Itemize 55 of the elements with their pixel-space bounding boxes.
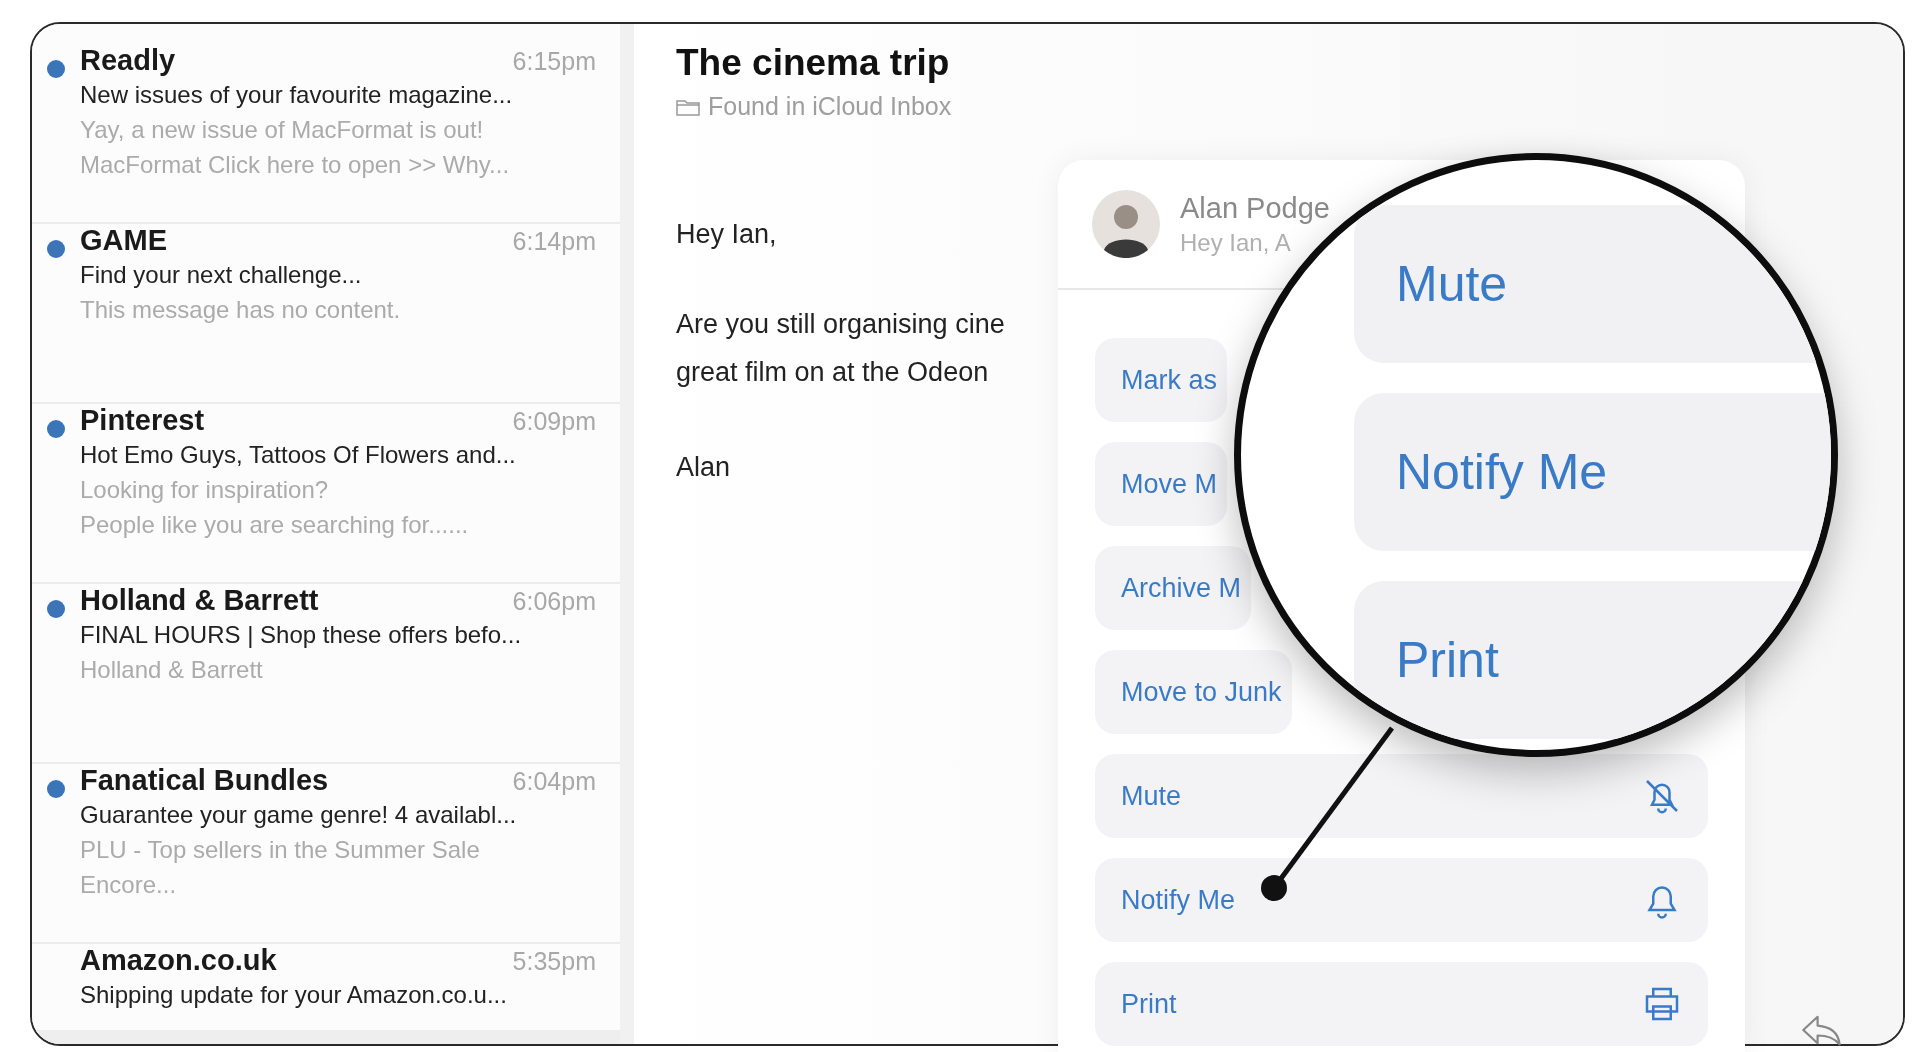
message-time: 5:35pm (512, 947, 596, 976)
menu-item[interactable]: Move to Junk (1095, 650, 1292, 734)
message-preview: PLU - Top sellers in the Summer Sale (80, 836, 481, 864)
message-time: 6:06pm (512, 587, 596, 616)
message-subject: New issues of your favourite magazine... (80, 81, 514, 109)
menu-item-label: Mute (1121, 780, 1182, 812)
menu-item-label: Mark as (1121, 364, 1218, 396)
message-time: 6:09pm (512, 407, 596, 436)
message-subject: Hot Emo Guys, Tattoos Of Flowers and... (80, 441, 517, 469)
folder-icon (676, 97, 700, 116)
sender-name: Alan Podge (1180, 191, 1330, 225)
message-time: 6:04pm (512, 767, 596, 796)
message-preview: Holland & Barrett (80, 656, 264, 684)
message-time: 6:15pm (512, 47, 596, 76)
menu-item[interactable]: Move M (1095, 442, 1228, 526)
message-subject: FINAL HOURS | Shop these offers befo... (80, 621, 523, 649)
signature-text: Alan (676, 452, 731, 483)
sender-name: GAME (80, 224, 167, 257)
message-preview: MacFormat Click here to open >> Why... (80, 151, 511, 179)
menu-item-label: Move to Junk (1121, 676, 1282, 708)
sender-name: Fanatical Bundles (80, 764, 329, 797)
message-preview: Encore... (80, 871, 178, 899)
message-subject: Find your next challenge... (80, 261, 363, 289)
message-snippet: Hey Ian, A (1180, 228, 1292, 257)
sender-name: Amazon.co.uk (80, 944, 277, 977)
menu-item-label: Archive M (1121, 572, 1242, 604)
mailbox-location: Found in iCloud Inbox (708, 92, 952, 121)
body-text: Are you still organising cine (676, 308, 1005, 341)
sender-name: Holland & Barrett (80, 584, 319, 617)
menu-item-label: Print (1121, 988, 1177, 1020)
menu-item[interactable]: Mark as (1095, 338, 1228, 422)
menu-item[interactable]: Archive M (1095, 546, 1252, 630)
message-time: 6:14pm (512, 227, 596, 256)
message-preview: People like you are searching for...... (80, 511, 470, 539)
message-subject: Shipping update for your Amazon.co.u... (80, 981, 508, 1009)
avatar-icon (1092, 190, 1160, 258)
sender-name: Readly (80, 44, 176, 77)
message-preview: This message has no content. (80, 296, 402, 324)
message-row[interactable]: GAME 6:14pm Find your next challenge... This message has no content. (32, 224, 620, 404)
menu-item[interactable]: Notify Me (1095, 858, 1708, 942)
menu-item[interactable]: Print (1095, 962, 1708, 1046)
sender-name: Pinterest (80, 404, 205, 437)
menu-item-label: Notify Me (1121, 884, 1236, 916)
menu-item-label: Move M (1121, 468, 1218, 500)
body-text: great film on at the Odeon (676, 356, 989, 389)
message-row[interactable]: Fanatical Bundles 6:04pm Guarantee your game genre! 4 availabl... PLU - Top sellers in the Summer Sale Encore... (32, 764, 620, 944)
message-row[interactable]: Pinterest 6:09pm Hot Emo Guys, Tattoos Of Flowers and... Looking for inspiration? People like you are searching for...... (32, 404, 620, 584)
message-title: The cinema trip (676, 42, 951, 84)
message-row[interactable]: Readly 6:15pm New issues of your favourite magazine... Yay, a new issue of MacFormat is out! MacFormat Click here to open >> Why... (32, 44, 620, 224)
message-preview: Looking for inspiration? (80, 476, 330, 504)
greeting-text: Hey Ian, (676, 219, 777, 250)
message-preview: Yay, a new issue of MacFormat is out! (80, 116, 485, 144)
menu-item[interactable]: Mute (1095, 754, 1708, 838)
message-subject: Guarantee your game genre! 4 availabl... (80, 801, 518, 829)
message-row[interactable]: Holland & Barrett 6:06pm FINAL HOURS | Shop these offers befo... Holland & Barrett (32, 584, 620, 764)
